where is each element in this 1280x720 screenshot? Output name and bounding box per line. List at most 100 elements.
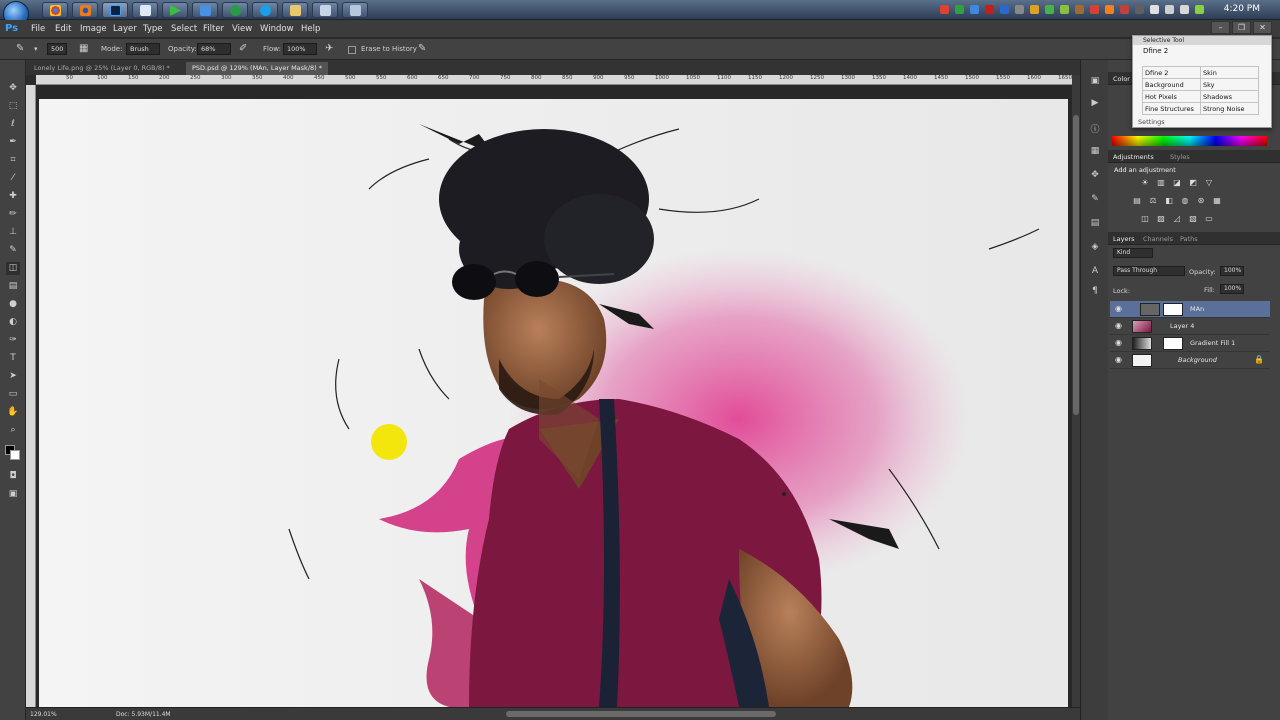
erase-history-checkbox[interactable] (348, 46, 356, 54)
skype-taskbar-icon[interactable] (252, 2, 278, 18)
clone-stamp-tool-icon[interactable]: ⊥ (6, 226, 20, 239)
hand-tool-icon[interactable]: ✋ (6, 406, 20, 419)
vibrance-adjustment-icon[interactable]: ▽ (1204, 178, 1214, 187)
background-color-swatch[interactable] (10, 450, 20, 460)
posterize-icon[interactable]: ▨ (1156, 214, 1166, 223)
hue-saturation-icon[interactable]: ▤ (1132, 196, 1142, 205)
layer-opacity-input[interactable]: 100% (1220, 266, 1244, 276)
tab-styles[interactable]: Styles (1170, 153, 1190, 161)
layer-name[interactable]: Layer 4 (1170, 322, 1194, 330)
menu-layer[interactable]: Layer (113, 24, 137, 34)
airbrush-icon[interactable]: ✈ (325, 43, 337, 55)
layers-icon[interactable]: ▤ (1089, 218, 1101, 230)
preset-item[interactable]: Background (1142, 78, 1201, 91)
folder-taskbar-icon[interactable] (282, 2, 308, 18)
tab-paths[interactable]: Paths (1180, 235, 1198, 243)
tab-color[interactable]: Color (1113, 75, 1130, 83)
preset-item[interactable]: Sky (1200, 78, 1259, 91)
threshold-icon[interactable]: ◿ (1172, 214, 1182, 223)
selective-color-icon[interactable]: ▭ (1204, 214, 1214, 223)
wordpress-taskbar-icon[interactable] (222, 2, 248, 18)
healing-brush-tool-icon[interactable]: ✚ (6, 190, 20, 203)
chrome-taskbar-icon[interactable] (42, 2, 68, 18)
layer-mask-thumbnail[interactable] (1163, 303, 1183, 316)
eraser-tool-preset-icon[interactable]: ✎ (16, 43, 28, 55)
dodge-tool-icon[interactable]: ◐ (6, 316, 20, 329)
pressure-size-icon[interactable]: ✎ (418, 43, 430, 55)
black-white-icon[interactable]: ◧ (1164, 196, 1174, 205)
vertical-scrollbar[interactable] (1072, 75, 1080, 707)
blur-tool-icon[interactable]: ● (6, 298, 20, 311)
gradient-map-icon[interactable]: ▧ (1188, 214, 1198, 223)
preset-item[interactable]: Skin (1200, 66, 1259, 79)
tray-icon[interactable] (1090, 5, 1099, 14)
layer-name[interactable]: Background (1178, 356, 1217, 364)
shape-tool-icon[interactable]: ▭ (6, 388, 20, 401)
preset-item[interactable]: Shadows (1200, 90, 1259, 103)
firefox-taskbar-icon[interactable] (72, 2, 98, 18)
app-taskbar-icon[interactable] (192, 2, 218, 18)
path-selection-tool-icon[interactable]: ➤ (6, 370, 20, 383)
photoshop-taskbar-icon[interactable] (102, 2, 128, 18)
menu-file[interactable]: File (31, 24, 45, 34)
battery-icon[interactable] (1195, 5, 1204, 14)
tray-icon[interactable] (970, 5, 979, 14)
tab-layers[interactable]: Layers (1113, 235, 1135, 243)
document-taskbar-icon[interactable] (132, 2, 158, 18)
paragraph-icon[interactable]: ¶ (1089, 286, 1101, 298)
visibility-eye-icon[interactable]: ◉ (1115, 338, 1122, 347)
tray-icon[interactable] (1075, 5, 1084, 14)
menu-view[interactable]: View (232, 24, 252, 34)
tool-presets-icon[interactable]: ✥ (1089, 170, 1101, 182)
window-taskbar-icon[interactable] (312, 2, 338, 18)
visibility-eye-icon[interactable]: ◉ (1115, 321, 1122, 330)
brush-icon[interactable]: ✎ (1089, 194, 1101, 206)
layer-row-background[interactable]: ◉ Background 🔒 (1110, 352, 1270, 369)
layer-name[interactable]: Gradient Fill 1 (1190, 339, 1235, 347)
menu-type[interactable]: Type (143, 24, 163, 34)
network-icon[interactable] (1165, 5, 1174, 14)
tray-icon[interactable] (955, 5, 964, 14)
brightness-adjustment-icon[interactable]: ☀ (1140, 178, 1150, 187)
maximize-button[interactable]: ❐ (1232, 21, 1251, 34)
color-spectrum[interactable] (1112, 136, 1267, 146)
quick-mask-icon[interactable]: ◘ (6, 470, 20, 483)
character-icon[interactable]: A (1089, 266, 1101, 278)
channels-icon[interactable]: ◈ (1089, 242, 1101, 254)
settings-link[interactable]: Settings (1138, 118, 1165, 126)
eyedropper-tool-icon[interactable]: ⁄ (6, 172, 20, 185)
brush-size-picker[interactable]: 500 (47, 43, 67, 55)
visibility-eye-icon[interactable]: ◉ (1115, 304, 1122, 313)
tray-icon[interactable] (1015, 5, 1024, 14)
exposure-adjustment-icon[interactable]: ◩ (1188, 178, 1198, 187)
crop-tool-icon[interactable]: ⌗ (6, 154, 20, 167)
info-icon[interactable]: ⓘ (1089, 122, 1101, 135)
layer-row-layer4[interactable]: ◉ Layer 4 (1110, 318, 1270, 335)
zoom-level[interactable]: 129.01% (30, 711, 57, 718)
scroll-thumb[interactable] (1073, 115, 1079, 415)
preset-item[interactable]: Fine Structures (1142, 102, 1201, 115)
preset-item[interactable]: Strong Noise (1200, 102, 1259, 115)
brush-tool-icon[interactable]: ✏ (6, 208, 20, 221)
tray-icon[interactable] (1105, 5, 1114, 14)
photo-filter-icon[interactable]: ◍ (1180, 196, 1190, 205)
tray-icon[interactable] (985, 5, 994, 14)
layer-fill-input[interactable]: 100% (1220, 284, 1244, 294)
dropdown-arrow-icon[interactable]: ▾ (34, 43, 46, 55)
eraser-tool-icon[interactable]: ◫ (6, 262, 20, 275)
lasso-tool-icon[interactable]: ℓ (6, 118, 20, 131)
marquee-tool-icon[interactable]: ⬚ (6, 100, 20, 113)
tray-icon[interactable] (940, 5, 949, 14)
preset-item[interactable]: Dfine 2 (1142, 66, 1201, 79)
flag-icon[interactable] (1150, 5, 1159, 14)
menu-select[interactable]: Select (171, 24, 197, 34)
screen-mode-icon[interactable]: ▣ (6, 488, 20, 501)
tab-psd[interactable]: PSD.psd @ 129% (MAn, Layer Mask/8) * (186, 62, 328, 75)
layer-mask-thumbnail[interactable] (1163, 337, 1183, 350)
panel-icon-2[interactable]: ▦ (1089, 146, 1101, 158)
tab-adjustments[interactable]: Adjustments (1113, 153, 1154, 161)
history-brush-tool-icon[interactable]: ✎ (6, 244, 20, 257)
clock[interactable]: 4:20 PM (1224, 4, 1260, 14)
color-balance-icon[interactable]: ⚖ (1148, 196, 1158, 205)
pressure-opacity-icon[interactable]: ✐ (239, 43, 251, 55)
